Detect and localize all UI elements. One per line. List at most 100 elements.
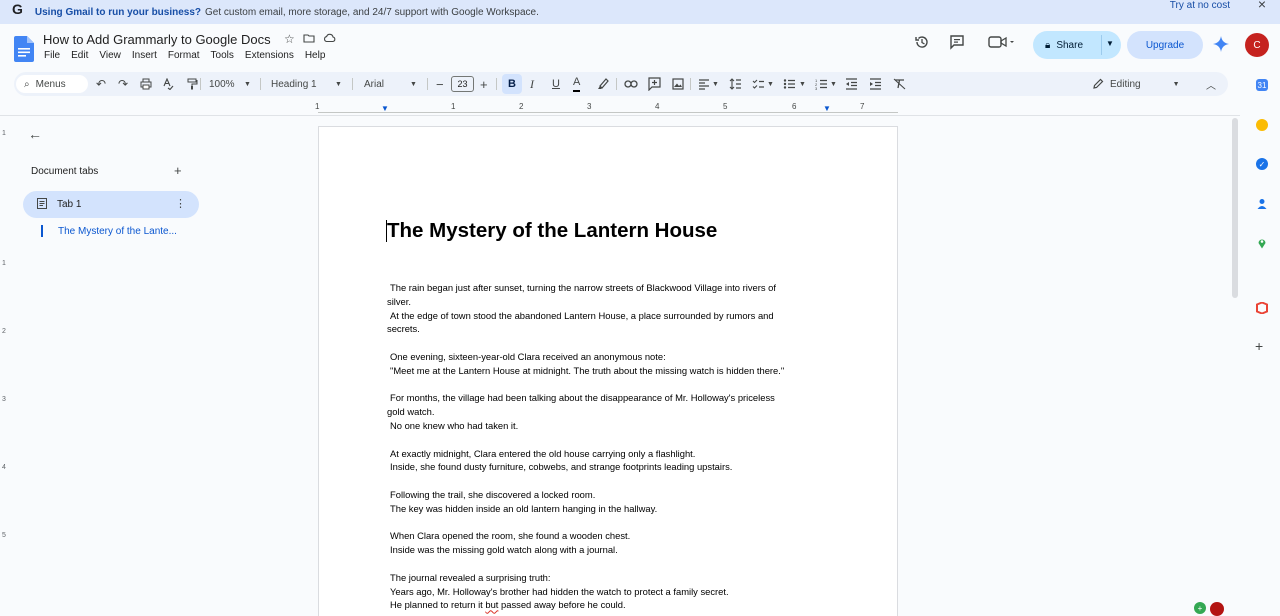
search-icon: ⌕ xyxy=(24,78,30,90)
menu-view[interactable]: View xyxy=(99,50,121,61)
line-spacing-icon[interactable] xyxy=(729,78,742,90)
calendar-icon[interactable]: 31 xyxy=(1256,79,1268,91)
text-line: The rain began just after sunset, turnin… xyxy=(390,282,776,293)
search-menus-button[interactable]: ⌕ Menus xyxy=(16,75,88,93)
document-body[interactable]: The rain began just after sunset, turnin… xyxy=(387,281,837,612)
menu-help[interactable]: Help xyxy=(305,50,326,61)
menu-tools[interactable]: Tools xyxy=(211,50,234,61)
editing-mode-select[interactable]: Editing ▼ xyxy=(1092,72,1192,96)
text-line: silver. xyxy=(387,295,411,307)
horizontal-ruler[interactable]: 1 1 2 3 4 5 6 7 ▼ ▼ xyxy=(315,100,898,114)
print-icon[interactable] xyxy=(140,78,152,90)
history-icon[interactable] xyxy=(914,34,930,50)
text-line: secrets. xyxy=(387,323,420,335)
maps-icon[interactable] xyxy=(1256,237,1268,249)
bullet-dropdown-icon[interactable]: ▼ xyxy=(799,72,806,96)
office-icon[interactable] xyxy=(1256,302,1268,314)
text-color-button[interactable]: A xyxy=(573,74,581,92)
star-icon[interactable]: ☆ xyxy=(284,32,295,46)
tab-1-label: Tab 1 xyxy=(57,199,82,210)
comments-icon[interactable] xyxy=(949,34,965,50)
document-title[interactable]: How to Add Grammarly to Google Docs xyxy=(43,32,271,47)
checklist-icon[interactable] xyxy=(752,78,765,90)
grammarly-icon[interactable] xyxy=(1210,602,1224,616)
back-arrow-icon[interactable]: ← xyxy=(28,126,42,142)
vertical-scrollbar[interactable] xyxy=(1232,118,1238,298)
redo-icon[interactable]: ↷ xyxy=(118,72,128,96)
outline-item[interactable]: The Mystery of the Lante... xyxy=(41,225,201,239)
style-dropdown-icon[interactable]: ▼ xyxy=(335,72,342,96)
checklist-dropdown-icon[interactable]: ▼ xyxy=(767,72,774,96)
menu-edit[interactable]: Edit xyxy=(71,50,88,61)
document-heading[interactable]: The Mystery of the Lantern House xyxy=(387,219,717,243)
promo-banner: G Using Gmail to run your business? Get … xyxy=(0,0,1280,24)
add-comment-icon[interactable] xyxy=(648,77,661,91)
italic-button[interactable]: I xyxy=(530,72,534,96)
ruler-number: 1 xyxy=(315,102,320,111)
tab-1[interactable]: Tab 1 ⋮ xyxy=(23,191,199,218)
google-logo-icon: G xyxy=(12,1,23,17)
svg-text:3: 3 xyxy=(815,86,818,90)
cloud-status-icon[interactable] xyxy=(323,32,336,44)
numbered-list-icon[interactable]: 123 xyxy=(815,78,828,90)
keep-icon[interactable] xyxy=(1256,119,1268,131)
left-indent-marker[interactable]: ▼ xyxy=(381,105,389,113)
contacts-icon[interactable] xyxy=(1256,198,1268,210)
docs-header: How to Add Grammarly to Google Docs ☆ Fi… xyxy=(0,24,1280,68)
text-line: No one knew who had taken it. xyxy=(390,419,519,431)
tab-options-icon[interactable]: ⋮ xyxy=(175,197,186,210)
numbered-dropdown-icon[interactable]: ▼ xyxy=(830,72,837,96)
font-size-input[interactable]: 23 xyxy=(451,76,474,92)
document-page[interactable]: The Mystery of the Lantern House The rai… xyxy=(318,126,898,616)
docs-logo-icon[interactable] xyxy=(14,36,34,62)
font-dropdown-icon[interactable]: ▼ xyxy=(410,72,417,96)
insert-image-icon[interactable] xyxy=(672,78,684,90)
text-line: gold watch. xyxy=(387,406,435,418)
collapse-menus-icon[interactable]: ︿ xyxy=(1206,72,1216,96)
spellcheck-icon[interactable] xyxy=(162,78,174,90)
align-left-icon[interactable] xyxy=(698,78,710,90)
align-dropdown-icon[interactable]: ▼ xyxy=(712,72,719,96)
zoom-dropdown-icon[interactable]: ▼ xyxy=(244,72,251,96)
avatar[interactable]: C xyxy=(1245,33,1269,57)
menu-insert[interactable]: Insert xyxy=(132,50,157,61)
decrease-font-size-icon[interactable]: − xyxy=(436,72,444,96)
menu-file[interactable]: File xyxy=(44,50,60,61)
highlight-icon[interactable] xyxy=(597,77,609,91)
tasks-icon[interactable]: ✓ xyxy=(1256,158,1268,170)
bulleted-list-icon[interactable] xyxy=(783,78,796,90)
try-at-no-cost-link[interactable]: Try at no cost xyxy=(1170,0,1230,11)
insert-link-icon[interactable] xyxy=(624,79,638,89)
right-indent-marker[interactable]: ▼ xyxy=(823,105,831,113)
text-line: At exactly midnight, Clara entered the o… xyxy=(390,447,696,459)
paragraph-style-select[interactable]: Heading 1 xyxy=(271,72,317,96)
gemini-icon[interactable] xyxy=(1213,36,1229,52)
side-panel: 31 ✓ + xyxy=(1248,70,1276,370)
increase-indent-icon[interactable] xyxy=(869,78,882,90)
undo-icon[interactable]: ↶ xyxy=(96,72,106,96)
zoom-select[interactable]: 100% xyxy=(209,72,235,96)
clear-formatting-icon[interactable] xyxy=(893,78,906,90)
text-line: Years ago, Mr. Holloway's brother had hi… xyxy=(390,585,729,597)
bold-button[interactable]: B xyxy=(502,74,522,94)
paint-format-icon[interactable] xyxy=(186,78,198,90)
share-dropdown-icon[interactable]: ▼ xyxy=(1106,39,1114,48)
add-tab-icon[interactable]: + xyxy=(174,163,182,178)
upgrade-button[interactable]: Upgrade xyxy=(1127,31,1203,59)
increase-font-size-icon[interactable]: + xyxy=(480,72,488,96)
explore-icon[interactable]: + xyxy=(1194,602,1206,614)
decrease-indent-icon[interactable] xyxy=(845,78,858,90)
move-folder-icon[interactable] xyxy=(303,32,315,44)
text-line: The journal revealed a surprising truth: xyxy=(390,571,551,583)
banner-close-icon[interactable]: × xyxy=(1258,0,1266,11)
spelling-suggestion[interactable]: but xyxy=(485,599,498,610)
underline-button[interactable]: U xyxy=(552,72,560,96)
banner-text: Get custom email, more storage, and 24/7… xyxy=(205,6,539,18)
menu-extensions[interactable]: Extensions xyxy=(245,50,294,61)
font-select[interactable]: Arial xyxy=(364,72,384,96)
outline-item-label: The Mystery of the Lante... xyxy=(58,226,177,237)
meet-icon[interactable] xyxy=(988,34,1016,50)
share-button[interactable]: 🔒︎ Share ▼ xyxy=(1033,31,1121,59)
menu-format[interactable]: Format xyxy=(168,50,200,61)
add-addon-icon[interactable]: + xyxy=(1255,338,1263,354)
